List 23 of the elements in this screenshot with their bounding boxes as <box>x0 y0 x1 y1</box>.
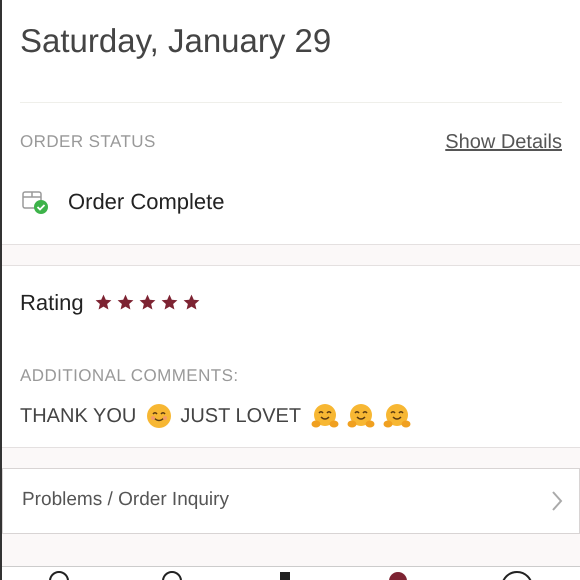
section-label: ADDITIONAL COMMENTS: <box>20 365 240 387</box>
hugging-face-icon <box>347 402 376 428</box>
nav-icon[interactable] <box>387 570 410 580</box>
star-icon <box>94 293 113 312</box>
star-icon <box>116 293 135 312</box>
order-inquiry-button[interactable]: Problems / Order Inquiry <box>2 468 580 534</box>
comment-text: JUST LOVET <box>180 404 302 428</box>
smiling-face-icon <box>146 402 172 428</box>
chevron-right-icon <box>551 490 563 512</box>
comment-text: THANK YOU <box>20 404 136 428</box>
rating-label: Rating <box>20 289 84 317</box>
star-icon <box>138 293 157 312</box>
section-label: ORDER STATUS <box>20 131 156 154</box>
order-status: Order Complete <box>68 188 225 216</box>
nav-icon[interactable] <box>500 570 534 580</box>
nav-icon[interactable] <box>48 570 70 580</box>
hugging-face-icon <box>311 402 340 428</box>
hugging-face-icon <box>383 402 412 428</box>
order-date: Saturday, January 29 <box>20 21 332 61</box>
star-icon <box>182 293 201 312</box>
show-details-link[interactable]: Show Details <box>445 127 562 157</box>
star-icon <box>160 293 179 312</box>
nav-icon[interactable] <box>160 570 183 580</box>
